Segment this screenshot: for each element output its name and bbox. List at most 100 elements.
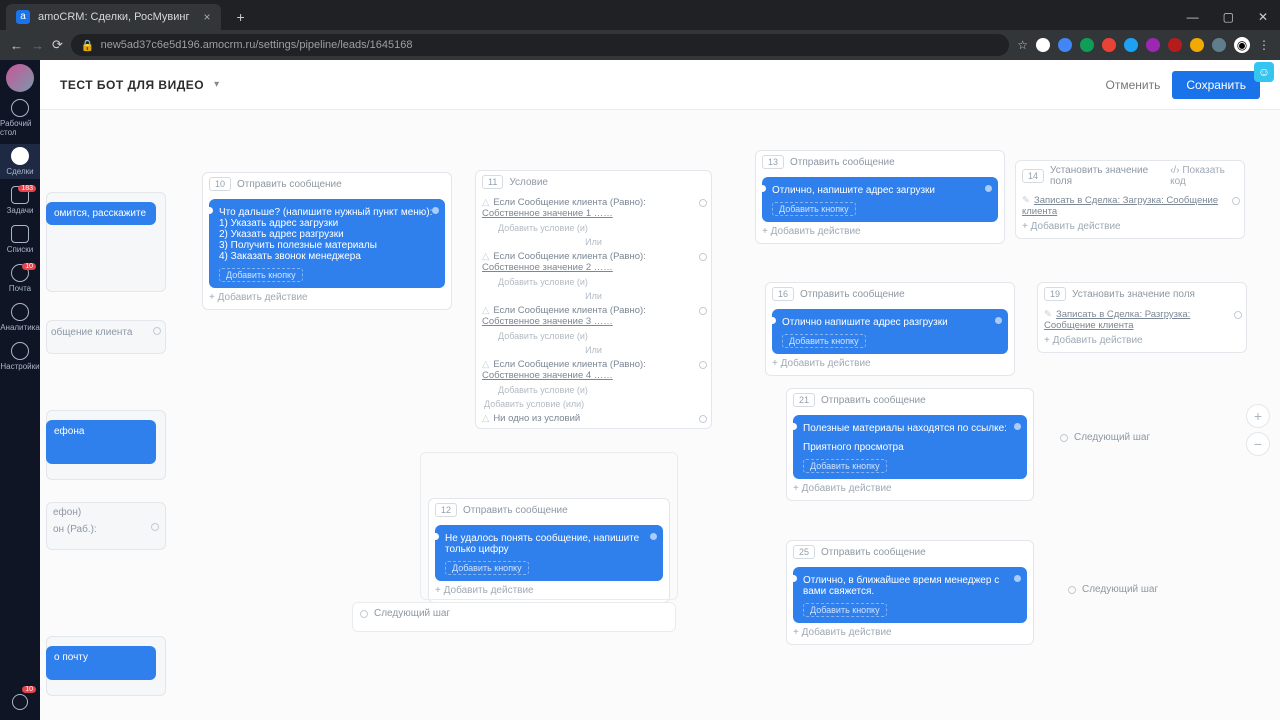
add-condition-and[interactable]: Добавить условие (и) xyxy=(498,331,705,341)
star-icon[interactable]: ☆ xyxy=(1017,38,1028,52)
node-number: 25 xyxy=(793,545,815,559)
forward-icon: → xyxy=(31,38,44,53)
browser-tab[interactable]: a amoCRM: Сделки, РосМувинг × xyxy=(6,4,221,30)
badge: 10 xyxy=(22,263,36,270)
deals-icon xyxy=(11,147,29,165)
node-13-send-message[interactable]: 13Отправить сообщение Отлично, напишите … xyxy=(755,150,1005,244)
node-number: 10 xyxy=(209,177,231,191)
add-button-link[interactable]: Добавить кнопку xyxy=(782,334,866,348)
node-partial: ефон)он (Раб.): xyxy=(46,502,166,550)
sidebar-label: Сделки xyxy=(6,167,33,176)
page-header: ТЕСТ БОТ ДЛЯ ВИДЕО ▾ Отменить Сохранить xyxy=(40,60,1280,110)
node-16-send-message[interactable]: 16Отправить сообщение Отлично напишите а… xyxy=(765,282,1015,376)
add-condition-and[interactable]: Добавить условие (и) xyxy=(498,277,705,287)
add-action-link[interactable]: Добавить действие xyxy=(793,627,1027,638)
sidebar-item-analytics[interactable]: Аналитика xyxy=(0,300,40,335)
chevron-down-icon[interactable]: ▾ xyxy=(214,79,219,90)
node-11-condition[interactable]: 11Условие ▽Если Сообщение клиента (Равно… xyxy=(475,170,712,429)
profile-icon[interactable]: ◉ xyxy=(1234,37,1250,53)
window-minimize-icon[interactable]: — xyxy=(1175,4,1211,30)
node-19-set-field[interactable]: 19 Установить значение поля ✎Записать в С… xyxy=(1037,282,1247,353)
node-type-label: Отправить сообщение xyxy=(821,395,926,406)
add-condition-and[interactable]: Добавить условие (и) xyxy=(498,385,705,395)
cancel-button[interactable]: Отменить xyxy=(1094,72,1173,98)
add-button-link[interactable]: Добавить кнопку xyxy=(772,202,856,216)
node-number: 21 xyxy=(793,393,815,407)
condition-row[interactable]: ▽Если Сообщение клиента (Равно):Собствен… xyxy=(482,305,705,327)
add-action-link[interactable]: Добавить действие xyxy=(1022,221,1238,232)
zoom-in-button[interactable]: + xyxy=(1246,404,1270,428)
node-25-send-message[interactable]: 25Отправить сообщение Отлично, в ближайш… xyxy=(786,540,1034,645)
add-action-link[interactable]: Добавить действие xyxy=(1044,335,1240,346)
next-step-pill[interactable]: Следующий шаг xyxy=(1068,584,1158,595)
url-text: new5ad37c6e5d196.amocrm.ru/settings/pipe… xyxy=(101,39,413,51)
condition-row[interactable]: ▽Если Сообщение клиента (Равно):Собствен… xyxy=(482,251,705,273)
add-action-link[interactable]: Добавить действие xyxy=(209,292,445,303)
zoom-controls: + − xyxy=(1246,404,1270,460)
sidebar-chat[interactable]: 10 xyxy=(8,690,32,714)
condition-none[interactable]: ▽Ни одно из условий xyxy=(482,413,705,424)
show-code-link[interactable]: ‹/› Показать код xyxy=(1170,165,1238,187)
new-tab-button[interactable]: + xyxy=(231,4,251,30)
sidebar-item-desktop[interactable]: Рабочий стол xyxy=(0,96,40,140)
node-type-label: Установить значение поля xyxy=(1072,289,1195,300)
settings-icon xyxy=(11,342,29,360)
pipeline-title[interactable]: ТЕСТ БОТ ДЛЯ ВИДЕО xyxy=(60,78,204,92)
node-14-set-field[interactable]: 14Установить значение поля‹/› Показать к… xyxy=(1015,160,1245,239)
field-row[interactable]: ✎Записать в Сделка: Загрузка: Сообщение … xyxy=(1022,195,1238,217)
node-21-send-message[interactable]: 21Отправить сообщение Полезные материалы… xyxy=(786,388,1034,501)
sidebar-item-tasks[interactable]: 183Задачи xyxy=(0,183,40,218)
ext-icon[interactable] xyxy=(1102,38,1116,52)
user-avatar[interactable] xyxy=(6,64,34,92)
ext-icon[interactable] xyxy=(1190,38,1204,52)
bot-canvas[interactable]: омится, расскажите общение клиента ефона… xyxy=(40,110,1280,720)
zoom-out-button[interactable]: − xyxy=(1246,432,1270,456)
field-row[interactable]: ✎Записать в Сделка: Разгрузка: Сообщение… xyxy=(1044,309,1240,331)
node-10-send-message[interactable]: 10Отправить сообщение Что дальше? (напиш… xyxy=(202,172,452,310)
add-action-link[interactable]: Добавить действие xyxy=(772,358,1008,369)
analytics-icon xyxy=(11,303,29,321)
condition-row[interactable]: ▽Если Сообщение клиента (Равно):Собствен… xyxy=(482,197,705,219)
add-action-link[interactable]: Добавить действие xyxy=(762,226,998,237)
back-icon[interactable]: ← xyxy=(10,38,23,53)
ext-icon[interactable] xyxy=(1212,38,1226,52)
add-action-link[interactable]: Добавить действие xyxy=(793,483,1027,494)
window-maximize-icon[interactable]: ▢ xyxy=(1211,4,1246,30)
window-close-icon[interactable]: ✕ xyxy=(1246,4,1280,30)
reload-icon[interactable]: ⟳ xyxy=(52,37,63,53)
add-button-link[interactable]: Добавить кнопку xyxy=(219,268,303,282)
next-step-pill[interactable]: Следующий шаг xyxy=(1060,432,1150,443)
ext-icon[interactable] xyxy=(1168,38,1182,52)
ext-icon[interactable] xyxy=(1146,38,1160,52)
add-button-link[interactable]: Добавить кнопку xyxy=(803,603,887,617)
node-number: 19 xyxy=(1044,287,1066,301)
add-condition-or[interactable]: Добавить условие (или) xyxy=(484,399,705,409)
add-button-link[interactable]: Добавить кнопку xyxy=(803,459,887,473)
message-bubble[interactable]: Что дальше? (напишите нужный пункт меню)… xyxy=(209,199,445,288)
sidebar-item-deals[interactable]: Сделки xyxy=(0,144,40,179)
node-number: 11 xyxy=(482,175,503,189)
partial-bubble: о почту xyxy=(46,646,156,680)
save-button[interactable]: Сохранить xyxy=(1172,71,1260,99)
ext-icon[interactable] xyxy=(1080,38,1094,52)
next-step-pill[interactable]: Следующий шаг xyxy=(360,608,450,619)
content-area: ☺ ТЕСТ БОТ ДЛЯ ВИДЕО ▾ Отменить Сохранит… xyxy=(40,60,1280,720)
sidebar-item-lists[interactable]: Списки xyxy=(0,222,40,257)
node-type-label: Отправить сообщение xyxy=(821,547,926,558)
menu-icon[interactable]: ⋮ xyxy=(1258,38,1270,52)
node-type-label: Установить значение поля xyxy=(1050,165,1164,187)
sidebar-item-settings[interactable]: Настройки xyxy=(0,339,40,374)
sidebar-label: Настройки xyxy=(0,362,39,371)
tab-close-icon[interactable]: × xyxy=(204,4,211,30)
ext-icon[interactable] xyxy=(1124,38,1138,52)
or-label: Или xyxy=(476,237,711,247)
badge: 10 xyxy=(22,686,36,693)
ext-icon[interactable] xyxy=(1058,38,1072,52)
help-widget[interactable]: ☺ xyxy=(1254,62,1274,82)
ext-icon[interactable] xyxy=(1036,38,1050,52)
sidebar-item-mail[interactable]: 10Почта xyxy=(0,261,40,296)
add-condition-and[interactable]: Добавить условие (и) xyxy=(498,223,705,233)
address-bar: ← → ⟳ 🔒 new5ad37c6e5d196.amocrm.ru/setti… xyxy=(0,30,1280,60)
url-field[interactable]: 🔒 new5ad37c6e5d196.amocrm.ru/settings/pi… xyxy=(71,34,1009,56)
condition-row[interactable]: ▽Если Сообщение клиента (Равно):Собствен… xyxy=(482,359,705,381)
